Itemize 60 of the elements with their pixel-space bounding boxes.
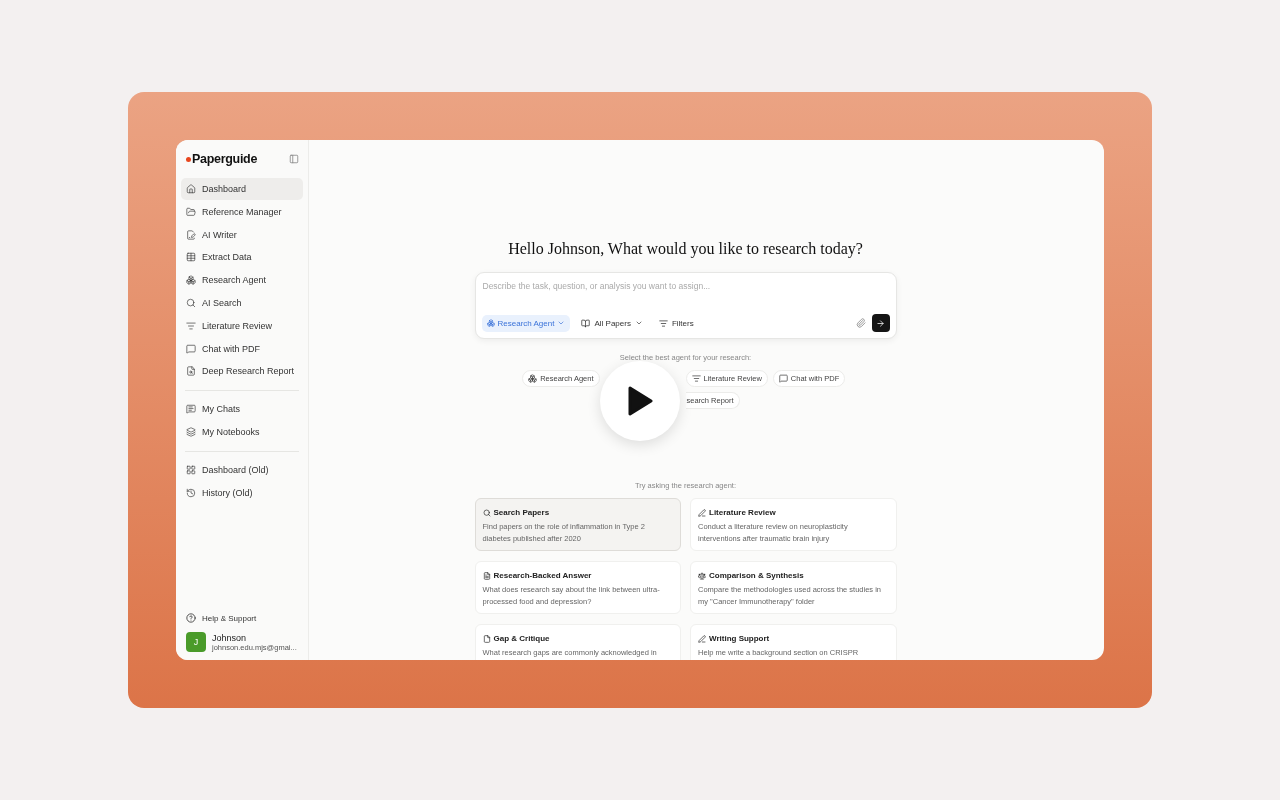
sidebar-item[interactable]: Extract Data xyxy=(181,246,303,269)
card-title: Gap & Critique xyxy=(493,634,550,643)
search-icon xyxy=(186,298,196,308)
document-pen-icon xyxy=(186,229,196,240)
sidebar-item[interactable]: My Chats xyxy=(181,398,303,421)
sidebar-item[interactable]: Deep Research Report xyxy=(181,360,303,383)
avatar: J xyxy=(186,632,206,652)
document-search-icon xyxy=(186,366,196,377)
sidebar-item[interactable]: Research Agent xyxy=(181,269,303,292)
folder-icon xyxy=(186,206,196,217)
search-icon xyxy=(482,508,491,517)
greeting-heading: Hello Johnson, What would you like to research today? xyxy=(508,240,863,258)
pen-icon xyxy=(698,634,706,643)
card-title: Writing Support xyxy=(709,634,770,643)
user-name: Johnson xyxy=(212,632,248,643)
list-icon xyxy=(691,374,701,383)
pen-icon xyxy=(698,508,706,517)
layers-icon xyxy=(186,426,196,437)
chat-bubble-icon xyxy=(778,374,788,383)
grid-icon xyxy=(186,275,196,286)
sidebar-item[interactable]: Reference Manager xyxy=(181,200,303,223)
arrow-right-icon xyxy=(876,318,885,328)
card-title: Literature Review xyxy=(709,508,776,517)
filters-button[interactable]: Filters xyxy=(653,314,699,332)
help-icon xyxy=(186,613,196,623)
card-title: Comparison & Synthesis xyxy=(709,571,804,580)
document-icon xyxy=(482,571,491,580)
sidebar-item[interactable]: History (Old) xyxy=(181,481,303,504)
chevron-down-icon xyxy=(557,319,566,327)
sidebar-item[interactable]: AI Search xyxy=(181,292,303,314)
agent-dropdown[interactable]: Research Agent xyxy=(481,314,571,332)
card-title: Research-Backed Answer xyxy=(493,571,592,580)
logo[interactable]: Paperguide xyxy=(186,152,258,166)
card-title: Search Papers xyxy=(493,508,550,517)
list-icon xyxy=(186,320,196,331)
sidebar-item[interactable]: Dashboard xyxy=(181,178,303,200)
play-icon xyxy=(627,386,653,416)
grid-icon xyxy=(486,319,495,327)
help-link[interactable]: Help & Support xyxy=(181,613,303,623)
prompt-box[interactable]: Describe the task, question, or analysis you want to assign... Research Agent All Papers Filters xyxy=(474,272,897,339)
grid-icon xyxy=(528,374,538,383)
sidebar-item[interactable]: Chat with PDF xyxy=(181,337,303,360)
table-icon xyxy=(186,252,196,263)
book-icon xyxy=(581,318,591,328)
chevron-down-icon xyxy=(634,319,643,327)
grid-icon xyxy=(186,464,196,475)
chat-bubble-icon xyxy=(186,343,196,354)
history-icon xyxy=(186,487,196,498)
filter-icon xyxy=(658,318,668,328)
sidebar-toggle-icon[interactable] xyxy=(289,154,299,164)
sidebar-item[interactable]: AI Writer xyxy=(181,223,303,246)
send-button[interactable] xyxy=(871,314,890,332)
sidebar-item[interactable]: My Notebooks xyxy=(181,420,303,443)
page-icon xyxy=(482,634,491,643)
sidebar-item[interactable]: Dashboard (Old) xyxy=(181,458,303,481)
sidebar-item[interactable]: Literature Review xyxy=(181,314,303,337)
chat-list-icon xyxy=(186,404,196,415)
home-icon xyxy=(186,184,196,194)
source-dropdown[interactable]: All Papers xyxy=(576,314,648,332)
prompt-input[interactable]: Describe the task, question, or analysis you want to assign... xyxy=(481,281,890,291)
